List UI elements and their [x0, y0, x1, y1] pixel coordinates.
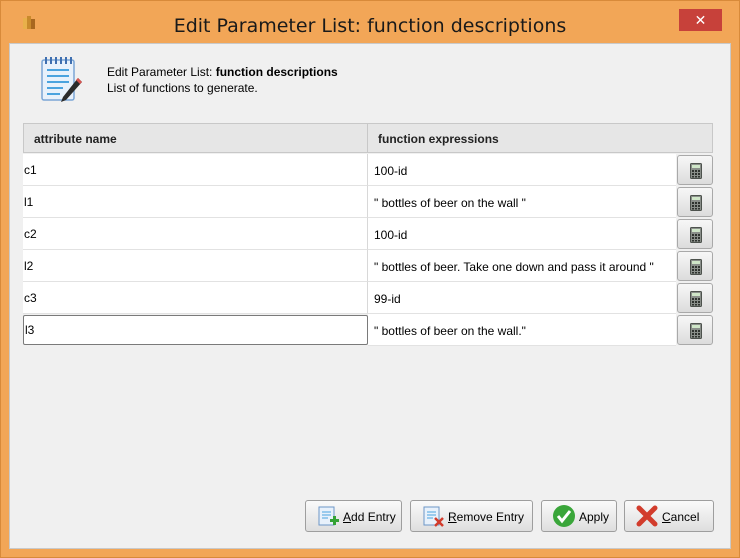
- expression-editor-button[interactable]: [677, 219, 713, 249]
- header-description: List of functions to generate.: [107, 81, 258, 95]
- attribute-name-input[interactable]: l3: [23, 315, 368, 345]
- parameter-table: attribute name function expressions c1 10…: [23, 123, 713, 509]
- attribute-name-cell[interactable]: l2: [23, 250, 368, 282]
- expression-editor-button[interactable]: [677, 251, 713, 281]
- function-expression-cell[interactable]: 100-id: [368, 218, 676, 250]
- attribute-name-cell[interactable]: c2: [23, 218, 368, 250]
- table-row[interactable]: c1 100-id: [23, 154, 713, 186]
- function-expression-cell[interactable]: 99-id: [368, 282, 676, 314]
- add-entry-label: Add Entry: [343, 510, 396, 524]
- table-row[interactable]: l3 " bottles of beer on the wall.": [23, 314, 713, 346]
- dialog-content: Edit Parameter List: function descriptio…: [9, 43, 731, 549]
- add-entry-button[interactable]: Add Entry: [305, 500, 402, 532]
- checkmark-icon: [553, 505, 575, 527]
- dialog-window: Edit Parameter List: function descriptio…: [0, 0, 740, 558]
- table-row[interactable]: l2 " bottles of beer. Take one down and p…: [23, 250, 713, 282]
- cancel-x-icon: [636, 505, 658, 527]
- header-title-prefix: Edit Parameter List:: [107, 65, 216, 79]
- column-header-function-expressions[interactable]: function expressions: [367, 123, 713, 153]
- calculator-icon: [690, 291, 702, 307]
- expression-editor-button[interactable]: [677, 283, 713, 313]
- remove-document-icon: [423, 506, 444, 527]
- apply-label: Apply: [579, 510, 610, 524]
- function-expression-cell[interactable]: " bottles of beer on the wall ": [368, 186, 676, 218]
- function-expression-cell[interactable]: " bottles of beer on the wall.": [368, 314, 676, 346]
- calculator-icon: [690, 163, 702, 179]
- notepad-edit-icon: [41, 57, 82, 102]
- remove-entry-label: Remove Entry: [448, 510, 525, 524]
- function-expression-cell[interactable]: " bottles of beer. Take one down and pas…: [368, 250, 676, 282]
- attribute-name-cell[interactable]: c3: [23, 282, 368, 314]
- table-row[interactable]: c3 99-id: [23, 282, 713, 314]
- calculator-icon: [690, 227, 702, 243]
- table-row[interactable]: c2 100-id: [23, 218, 713, 250]
- attribute-name-cell[interactable]: l1: [23, 186, 368, 218]
- cancel-label: Cancel: [662, 510, 700, 524]
- remove-entry-button[interactable]: Remove Entry: [410, 500, 533, 532]
- apply-button[interactable]: Apply: [541, 500, 617, 532]
- calculator-icon: [690, 323, 702, 339]
- expression-editor-button[interactable]: [677, 315, 713, 345]
- title-bar[interactable]: Edit Parameter List: function descriptio…: [1, 1, 739, 43]
- expression-editor-button[interactable]: [677, 155, 713, 185]
- header-title: Edit Parameter List: function descriptio…: [107, 65, 338, 79]
- table-row[interactable]: l1 " bottles of beer on the wall ": [23, 186, 713, 218]
- calculator-icon: [690, 259, 702, 275]
- cancel-button[interactable]: Cancel: [624, 500, 714, 532]
- function-expression-cell[interactable]: 100-id: [368, 154, 676, 186]
- window-title: Edit Parameter List: function descriptio…: [173, 15, 567, 37]
- column-header-attribute-name[interactable]: attribute name: [23, 123, 368, 153]
- add-document-icon: [318, 506, 339, 526]
- attribute-name-cell[interactable]: c1: [23, 154, 368, 186]
- close-button[interactable]: ✕: [679, 9, 722, 31]
- calculator-icon: [690, 195, 702, 211]
- expression-editor-button[interactable]: [677, 187, 713, 217]
- header-title-name: function descriptions: [215, 65, 338, 79]
